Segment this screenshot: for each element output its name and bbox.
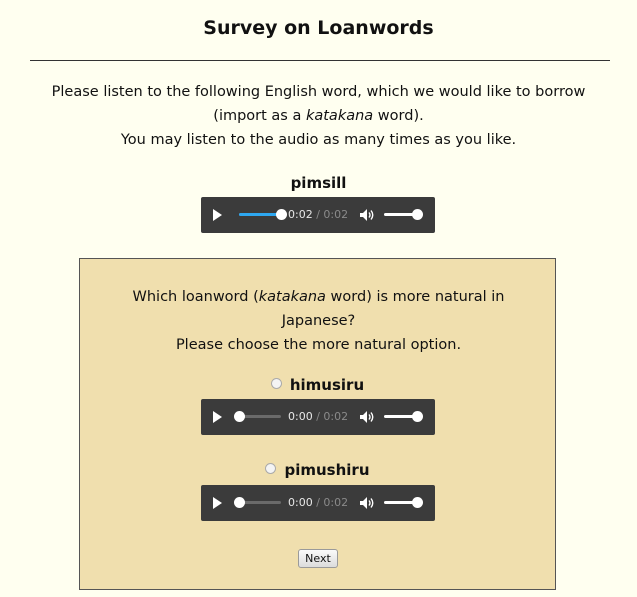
option-himusiru[interactable]: himusiru <box>80 376 555 394</box>
seek-bar[interactable] <box>239 209 287 220</box>
radio-himusiru[interactable] <box>270 378 282 389</box>
survey-page: Survey on Loanwords Please listen to the… <box>0 0 637 597</box>
question-line-3: Please choose the more natural option. <box>175 337 462 353</box>
instructions-line-2: (import as a katakana word). <box>20 104 617 128</box>
time-separator: / <box>312 496 324 509</box>
instructions-line-2-post: word). <box>373 108 424 124</box>
seek-bar[interactable] <box>234 411 281 422</box>
seek-bar[interactable] <box>234 497 281 508</box>
time-display: 0:00 / 0:02 <box>288 496 348 509</box>
question-line-1-post: word) is more natural in <box>325 289 505 305</box>
current-time: 0:02 <box>288 208 313 221</box>
question-line-1: Which loanword (katakana word) is more n… <box>100 285 537 309</box>
option-pimushiru[interactable]: pimushiru <box>80 461 555 479</box>
current-time: 0:00 <box>288 410 313 423</box>
play-icon[interactable] <box>213 411 222 423</box>
question-line-1-pre: Which loanword ( <box>132 289 259 305</box>
page-title: Survey on Loanwords <box>203 17 434 39</box>
play-icon[interactable] <box>213 497 222 509</box>
duration: 0:02 <box>323 410 349 423</box>
target-word: pimsill <box>290 174 347 192</box>
volume-handle[interactable] <box>412 497 423 508</box>
option-1-audio-player[interactable]: 0:00 / 0:02 <box>201 399 435 435</box>
option-label: pimushiru <box>284 461 370 479</box>
seek-handle[interactable] <box>234 497 245 508</box>
option-label: himusiru <box>289 376 365 394</box>
instructions: Please listen to the following English w… <box>20 80 617 152</box>
seek-progress <box>239 213 281 216</box>
volume-icon[interactable] <box>358 206 376 224</box>
volume-icon[interactable] <box>358 494 376 512</box>
option-2-audio-player[interactable]: 0:00 / 0:02 <box>201 485 435 521</box>
question-text: Which loanword (katakana word) is more n… <box>100 285 537 357</box>
title-divider <box>30 60 610 61</box>
instructions-katakana: katakana <box>305 108 374 124</box>
target-audio-player[interactable]: 0:02 / 0:02 <box>201 197 435 233</box>
time-display: 0:02 / 0:02 <box>288 208 348 221</box>
volume-handle[interactable] <box>412 209 423 220</box>
instructions-line-1: Please listen to the following English w… <box>51 84 586 100</box>
seek-handle[interactable] <box>234 411 245 422</box>
current-time: 0:00 <box>288 496 313 509</box>
question-panel: Which loanword (katakana word) is more n… <box>79 258 556 590</box>
instructions-line-2-pre: (import as a <box>213 108 306 124</box>
question-katakana: katakana <box>258 289 326 305</box>
radio-pimushiru[interactable] <box>265 463 277 474</box>
volume-handle[interactable] <box>412 411 423 422</box>
seek-handle[interactable] <box>276 209 287 220</box>
duration: 0:02 <box>323 496 349 509</box>
next-button[interactable]: Next <box>298 549 338 568</box>
time-separator: / <box>312 208 324 221</box>
volume-icon[interactable] <box>358 408 376 426</box>
instructions-line-3: You may listen to the audio as many time… <box>120 132 517 148</box>
duration: 0:02 <box>323 208 349 221</box>
question-line-2: Japanese? <box>281 313 356 329</box>
time-separator: / <box>312 410 324 423</box>
time-display: 0:00 / 0:02 <box>288 410 348 423</box>
play-icon[interactable] <box>213 209 222 221</box>
